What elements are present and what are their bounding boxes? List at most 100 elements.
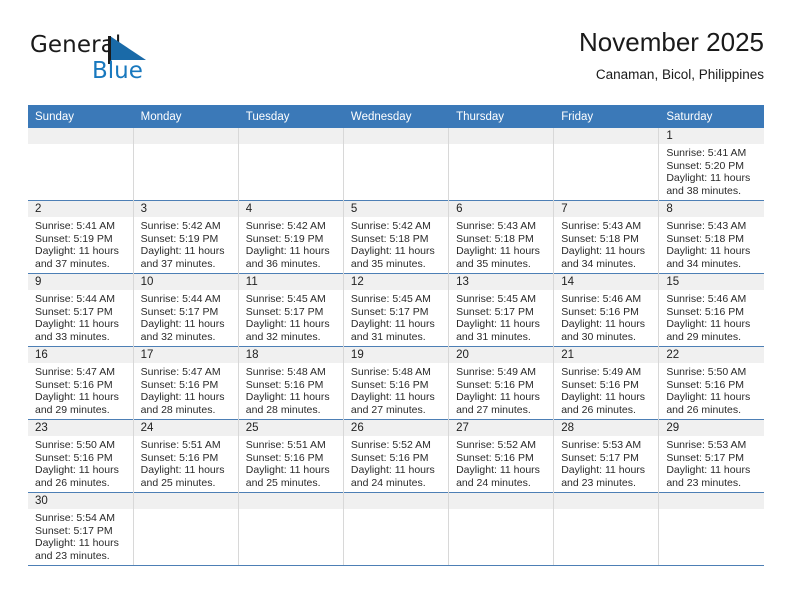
daylight-text-line1: Daylight: 11 hours xyxy=(561,245,646,258)
calendar-day-cell[interactable]: 22 Sunrise: 5:50 AM Sunset: 5:16 PM Dayligh… xyxy=(658,346,764,420)
day-number: 22 xyxy=(659,347,764,363)
general-blue-logo[interactable]: General Blue xyxy=(30,34,230,92)
daylight-text-line1: Daylight: 11 hours xyxy=(35,318,119,331)
day-number xyxy=(554,493,659,509)
calendar-cell-empty xyxy=(133,492,239,565)
daylight-text-line2: and 23 minutes. xyxy=(35,549,110,562)
day-cell-inner xyxy=(343,493,449,565)
daylight-text-line1: Daylight: 11 hours xyxy=(666,464,751,477)
daylight-text-line2: and 33 minutes. xyxy=(35,330,110,343)
day-details: Sunrise: 5:46 AM Sunset: 5:16 PM Daylight:… xyxy=(659,290,764,343)
calendar-day-cell[interactable]: 19 Sunrise: 5:48 AM Sunset: 5:16 PM Dayligh… xyxy=(343,346,450,420)
sunrise-text: Sunrise: 5:51 AM xyxy=(140,439,221,451)
calendar-day-cell[interactable]: 20 Sunrise: 5:49 AM Sunset: 5:16 PM Dayligh… xyxy=(448,346,555,420)
calendar-day-cell[interactable]: 13 Sunrise: 5:45 AM Sunset: 5:17 PM Dayligh… xyxy=(448,273,555,347)
sunrise-text: Sunrise: 5:54 AM xyxy=(35,512,115,524)
day-cell-inner: 18 Sunrise: 5:48 AM Sunset: 5:16 PM Dayligh… xyxy=(238,347,343,419)
sunrise-text: Sunrise: 5:50 AM xyxy=(666,366,747,378)
daylight-text-line1: Daylight: 11 hours xyxy=(245,464,330,477)
daylight-text-line1: Daylight: 11 hours xyxy=(666,245,751,258)
calendar-day-cell[interactable]: 10 Sunrise: 5:44 AM Sunset: 5:17 PM Dayligh… xyxy=(133,273,239,347)
daylight-text-line1: Daylight: 11 hours xyxy=(350,464,435,477)
weekday-header-wednesday: Wednesday xyxy=(343,105,450,128)
calendar-day-cell[interactable]: 11 Sunrise: 5:45 AM Sunset: 5:17 PM Dayligh… xyxy=(238,273,344,347)
calendar-cell-empty xyxy=(238,128,344,201)
day-details: Sunrise: 5:45 AM Sunset: 5:17 PM Daylight:… xyxy=(239,290,343,343)
day-number: 29 xyxy=(659,420,764,436)
day-number: 2 xyxy=(28,201,133,217)
sunset-text: Sunset: 5:16 PM xyxy=(350,378,429,391)
sunrise-text: Sunrise: 5:53 AM xyxy=(561,439,642,451)
daylight-text-line2: and 28 minutes. xyxy=(140,403,216,416)
calendar-day-cell[interactable]: 7 Sunrise: 5:43 AM Sunset: 5:18 PM Daylight… xyxy=(553,200,660,274)
sunset-text: Sunset: 5:16 PM xyxy=(35,378,113,391)
calendar-day-cell[interactable]: 21 Sunrise: 5:49 AM Sunset: 5:16 PM Dayligh… xyxy=(553,346,660,420)
day-details: Sunrise: 5:54 AM Sunset: 5:17 PM Daylight:… xyxy=(28,509,133,562)
calendar-day-cell[interactable]: 14 Sunrise: 5:46 AM Sunset: 5:16 PM Dayligh… xyxy=(553,273,660,347)
sunrise-text: Sunrise: 5:49 AM xyxy=(561,366,642,378)
day-number: 15 xyxy=(659,274,764,290)
calendar-day-cell[interactable]: 27 Sunrise: 5:52 AM Sunset: 5:16 PM Dayligh… xyxy=(448,419,555,493)
calendar-cell-empty xyxy=(343,492,450,565)
calendar-day-cell[interactable]: 5 Sunrise: 5:42 AM Sunset: 5:18 PM Daylight… xyxy=(343,200,450,274)
day-cell-inner: 5 Sunrise: 5:42 AM Sunset: 5:18 PM Daylight… xyxy=(343,201,449,273)
daylight-text-line1: Daylight: 11 hours xyxy=(561,391,646,404)
daylight-text-line2: and 27 minutes. xyxy=(456,403,531,416)
calendar-day-cell[interactable]: 15 Sunrise: 5:46 AM Sunset: 5:16 PM Dayligh… xyxy=(658,273,764,347)
daylight-text-line2: and 36 minutes. xyxy=(245,257,321,270)
calendar-day-cell[interactable]: 4 Sunrise: 5:42 AM Sunset: 5:19 PM Daylight… xyxy=(238,200,344,274)
calendar-day-cell[interactable]: 1 Sunrise: 5:41 AM Sunset: 5:20 PM Daylight… xyxy=(658,128,764,201)
day-cell-inner xyxy=(659,493,764,565)
sunrise-text: Sunrise: 5:41 AM xyxy=(666,147,747,159)
calendar-day-cell[interactable]: 8 Sunrise: 5:43 AM Sunset: 5:18 PM Daylight… xyxy=(658,200,764,274)
daylight-text-line2: and 25 minutes. xyxy=(245,476,321,489)
calendar-day-cell[interactable]: 23 Sunrise: 5:50 AM Sunset: 5:16 PM Dayligh… xyxy=(28,419,134,493)
calendar-day-cell[interactable]: 18 Sunrise: 5:48 AM Sunset: 5:16 PM Dayligh… xyxy=(238,346,344,420)
daylight-text-line1: Daylight: 11 hours xyxy=(140,245,225,258)
sunrise-text: Sunrise: 5:42 AM xyxy=(140,220,221,232)
day-number: 11 xyxy=(238,274,343,290)
daylight-text-line2: and 32 minutes. xyxy=(245,330,321,343)
daylight-text-line1: Daylight: 11 hours xyxy=(140,318,225,331)
daylight-text-line2: and 26 minutes. xyxy=(666,403,742,416)
day-cell-inner xyxy=(133,128,238,200)
calendar-day-cell[interactable]: 28 Sunrise: 5:53 AM Sunset: 5:17 PM Dayligh… xyxy=(553,419,660,493)
calendar-day-cell[interactable]: 26 Sunrise: 5:52 AM Sunset: 5:16 PM Dayligh… xyxy=(343,419,450,493)
calendar-day-cell[interactable]: 16 Sunrise: 5:47 AM Sunset: 5:16 PM Dayligh… xyxy=(28,346,134,420)
sunrise-text: Sunrise: 5:52 AM xyxy=(456,439,537,451)
calendar-day-cell[interactable]: 17 Sunrise: 5:47 AM Sunset: 5:16 PM Dayligh… xyxy=(133,346,239,420)
calendar-day-cell[interactable]: 6 Sunrise: 5:43 AM Sunset: 5:18 PM Daylight… xyxy=(448,200,555,274)
sunset-text: Sunset: 5:18 PM xyxy=(456,232,534,245)
day-details: Sunrise: 5:43 AM Sunset: 5:18 PM Daylight:… xyxy=(449,217,553,270)
calendar-day-cell[interactable]: 3 Sunrise: 5:42 AM Sunset: 5:19 PM Daylight… xyxy=(133,200,239,274)
calendar-day-cell[interactable]: 25 Sunrise: 5:51 AM Sunset: 5:16 PM Dayligh… xyxy=(238,419,344,493)
calendar-day-cell[interactable]: 9 Sunrise: 5:44 AM Sunset: 5:17 PM Daylight… xyxy=(28,273,134,347)
calendar-cell-empty xyxy=(133,128,239,201)
day-cell-inner xyxy=(133,493,238,565)
day-number xyxy=(343,128,449,144)
calendar-day-cell[interactable]: 29 Sunrise: 5:53 AM Sunset: 5:17 PM Dayligh… xyxy=(658,419,764,493)
page-subtitle: Canaman, Bicol, Philippines xyxy=(595,66,764,82)
calendar-day-cell[interactable]: 24 Sunrise: 5:51 AM Sunset: 5:16 PM Dayligh… xyxy=(133,419,239,493)
day-number: 1 xyxy=(659,128,764,144)
day-number: 25 xyxy=(238,420,343,436)
sunrise-text: Sunrise: 5:45 AM xyxy=(456,293,537,305)
weekday-header-row: Sunday Monday Tuesday Wednesday Thursday Frid… xyxy=(28,105,764,128)
sunset-text: Sunset: 5:17 PM xyxy=(245,305,324,318)
sunset-text: Sunset: 5:18 PM xyxy=(350,232,429,245)
sunset-text: Sunset: 5:16 PM xyxy=(350,451,429,464)
day-number: 20 xyxy=(449,347,554,363)
daylight-text-line2: and 32 minutes. xyxy=(140,330,216,343)
day-cell-inner: 25 Sunrise: 5:51 AM Sunset: 5:16 PM Dayligh… xyxy=(238,420,343,492)
daylight-text-line2: and 31 minutes. xyxy=(456,330,531,343)
daylight-text-line2: and 30 minutes. xyxy=(561,330,636,343)
calendar-day-cell[interactable]: 30 Sunrise: 5:54 AM Sunset: 5:17 PM Dayligh… xyxy=(28,492,134,565)
weekday-header-thursday: Thursday xyxy=(448,105,555,128)
calendar-day-cell[interactable]: 2 Sunrise: 5:41 AM Sunset: 5:19 PM Daylight… xyxy=(28,200,134,274)
sunrise-text: Sunrise: 5:49 AM xyxy=(456,366,537,378)
day-number: 9 xyxy=(28,274,133,290)
sunset-text: Sunset: 5:16 PM xyxy=(245,451,324,464)
day-number: 12 xyxy=(343,274,449,290)
daylight-text-line2: and 23 minutes. xyxy=(666,476,742,489)
calendar-day-cell[interactable]: 12 Sunrise: 5:45 AM Sunset: 5:17 PM Dayligh… xyxy=(343,273,450,347)
